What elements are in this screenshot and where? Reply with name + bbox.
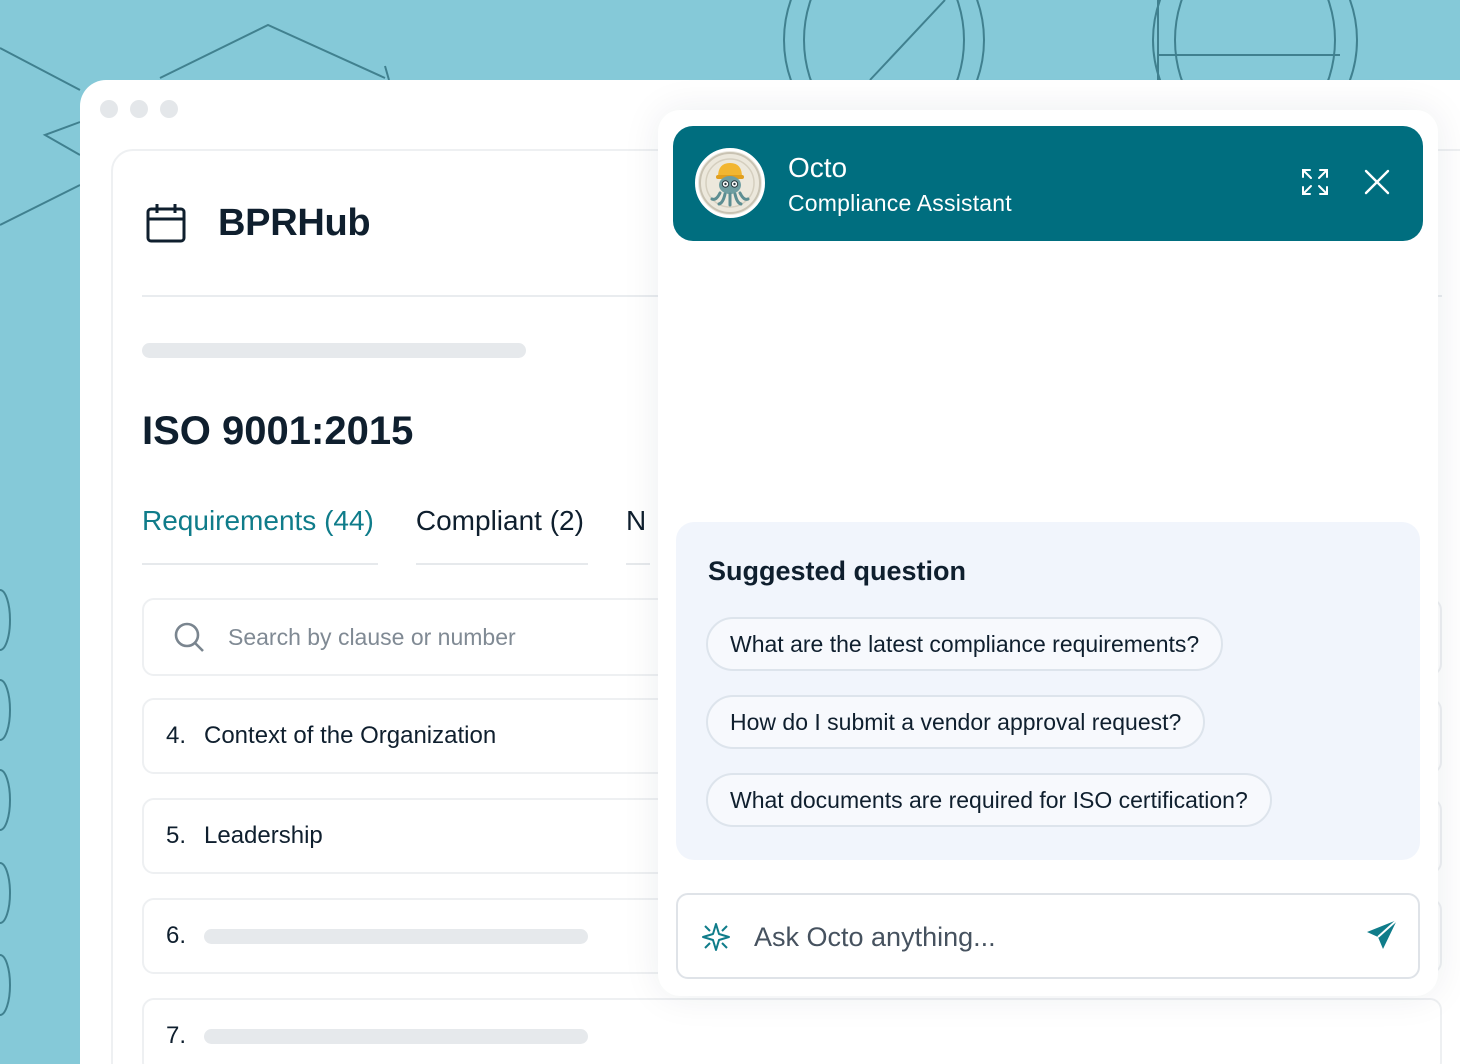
suggested-questions: Suggested question What are the latest c… [676, 522, 1420, 860]
row-label: Context of the Organization [204, 722, 497, 749]
skeleton-placeholder [142, 343, 526, 358]
row-number: 4. [166, 722, 187, 749]
tab-requirements[interactable]: Requirements (44) [142, 505, 378, 565]
row-label: Leadership [204, 822, 323, 849]
suggestion-chip[interactable]: What documents are required for ISO cert… [706, 773, 1272, 827]
brand-name: BPRHub [218, 201, 371, 244]
send-icon [1365, 918, 1399, 957]
window-dot-close[interactable] [100, 100, 118, 118]
octo-avatar [695, 148, 765, 218]
tab-third[interactable]: N [625, 505, 651, 565]
expand-button[interactable] [1295, 164, 1335, 204]
skeleton-placeholder [204, 1028, 588, 1044]
expand-icon [1300, 167, 1330, 202]
suggestion-chip[interactable]: What are the latest compliance requireme… [706, 617, 1224, 671]
suggested-title: Suggested question [708, 556, 967, 586]
assistant-name: Octo [788, 152, 848, 183]
close-button[interactable] [1357, 164, 1397, 204]
tab-compliant[interactable]: Compliant (2) [415, 505, 589, 565]
chat-input[interactable] [754, 917, 1334, 957]
assistant-subtitle: Compliance Assistant [788, 190, 1012, 216]
window-dot-minimize[interactable] [130, 100, 148, 118]
sparkle-icon [700, 921, 732, 953]
row-number: 6. [166, 922, 187, 949]
window-dot-maximize[interactable] [160, 100, 178, 118]
page-title: ISO 9001:2015 [142, 409, 414, 453]
row-number: 7. [166, 1022, 187, 1049]
calendar-icon [144, 201, 188, 245]
window-controls [100, 100, 178, 118]
search-placeholder: Search by clause or number [228, 623, 516, 650]
list-item[interactable]: 7. [142, 998, 1442, 1064]
row-number: 5. [166, 822, 187, 849]
chat-input-box [676, 893, 1420, 979]
brand: BPRHub [144, 201, 371, 245]
chat-panel: Octo Compliance Assistant Suggested ques… [658, 110, 1438, 996]
chat-header: Octo Compliance Assistant [673, 126, 1423, 241]
send-button[interactable] [1362, 917, 1402, 957]
skeleton-placeholder [204, 928, 588, 944]
tab-bar: Requirements (44) Compliant (2) N [142, 505, 688, 565]
suggestion-chip[interactable]: How do I submit a vendor approval reques… [706, 695, 1206, 749]
close-icon [1363, 168, 1391, 201]
search-icon [172, 620, 206, 654]
